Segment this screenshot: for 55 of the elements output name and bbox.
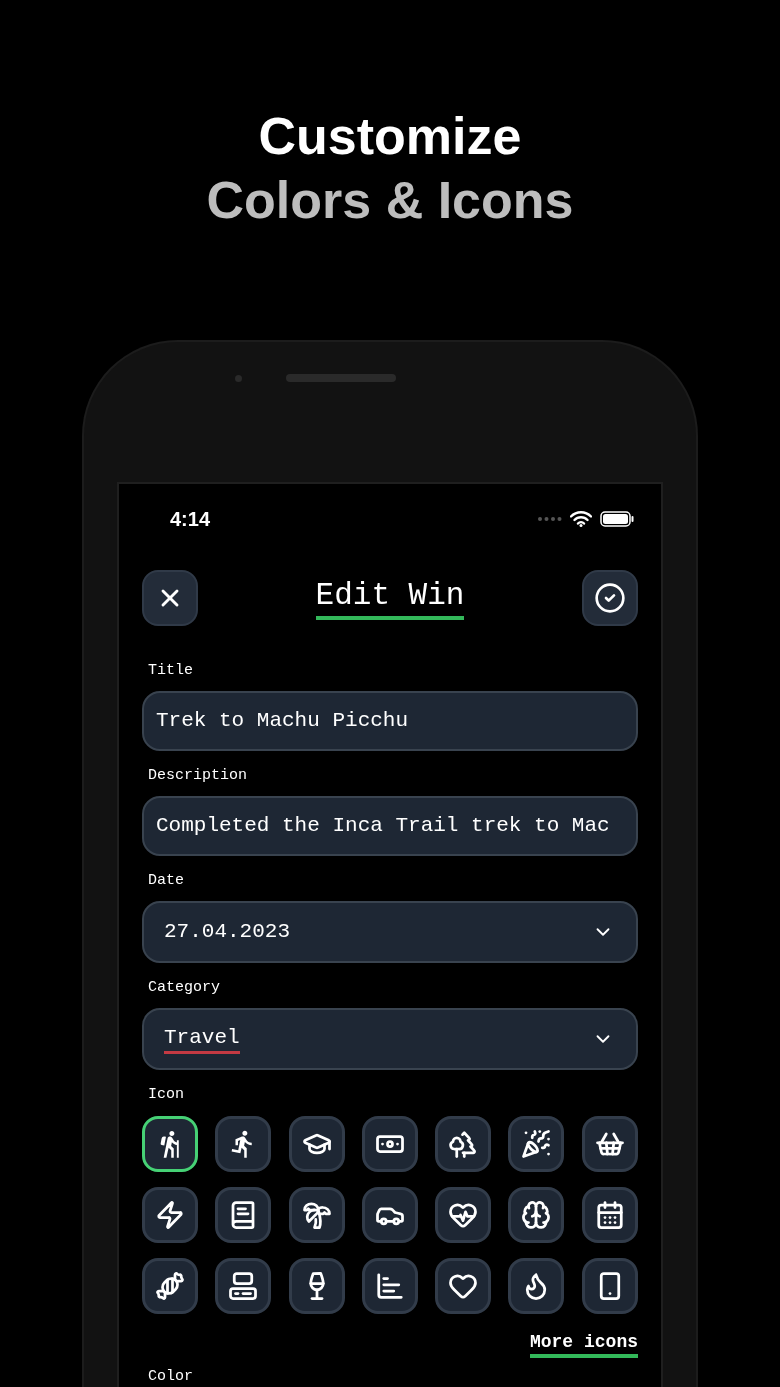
field-label: Category xyxy=(147,978,221,998)
icon-option[interactable] xyxy=(142,1116,198,1172)
icon-option[interactable] xyxy=(142,1187,198,1243)
icon-option[interactable] xyxy=(581,1116,638,1172)
icon-option[interactable] xyxy=(142,1258,198,1314)
field-value: 27.04.2023 xyxy=(164,919,291,945)
save-button[interactable] xyxy=(582,570,638,626)
icon-option[interactable] xyxy=(215,1258,272,1314)
icon-option[interactable] xyxy=(435,1258,492,1314)
dropdown-field[interactable]: 27.04.2023 xyxy=(142,901,638,963)
icon-option[interactable] xyxy=(215,1116,272,1172)
field-value: Completed the Inca Trail trek to Mac xyxy=(156,813,610,840)
headline: Customize xyxy=(258,106,522,167)
icon-option[interactable] xyxy=(361,1187,418,1243)
wifi-icon xyxy=(570,511,592,527)
party-popper-icon xyxy=(521,1129,552,1159)
field-value: Travel xyxy=(164,1024,240,1054)
field-label: Date xyxy=(147,871,185,891)
icon-option[interactable] xyxy=(288,1187,345,1243)
icon-option[interactable] xyxy=(288,1258,345,1314)
calendar-icon xyxy=(594,1200,625,1230)
icon-option[interactable] xyxy=(215,1187,272,1243)
field-label: Icon xyxy=(147,1085,185,1105)
icon-option[interactable] xyxy=(435,1116,492,1172)
icon-option[interactable] xyxy=(581,1258,638,1314)
icon-option[interactable] xyxy=(508,1116,565,1172)
icon-option[interactable] xyxy=(435,1187,492,1243)
trees-icon xyxy=(448,1129,479,1159)
signal-icon xyxy=(538,517,562,521)
icon-option[interactable] xyxy=(508,1258,565,1314)
icon-option[interactable] xyxy=(361,1258,418,1314)
dropdown-field[interactable]: Travel xyxy=(142,1008,638,1070)
lightning-icon xyxy=(155,1200,185,1230)
icon-option[interactable] xyxy=(361,1116,418,1172)
input-field[interactable]: Completed the Inca Trail trek to Mac xyxy=(142,796,638,856)
icon-option[interactable] xyxy=(581,1187,638,1243)
field-label: Color xyxy=(147,1368,194,1386)
subheadline: Colors & Icons xyxy=(206,170,574,231)
field-label: Title xyxy=(147,661,194,681)
bar-chart-icon xyxy=(374,1271,405,1301)
field-label: Description xyxy=(147,766,249,786)
status-time: 4:14 xyxy=(170,507,211,532)
input-field[interactable]: Trek to Machu Picchu xyxy=(142,691,638,751)
check-circle-icon xyxy=(594,582,626,614)
more-icons-link[interactable]: More icons xyxy=(529,1330,638,1358)
computer-icon xyxy=(228,1271,259,1301)
screen-title: Edit Win xyxy=(315,576,465,620)
palm-tree-icon xyxy=(301,1200,332,1230)
icon-option[interactable] xyxy=(288,1116,345,1172)
battery-icon xyxy=(600,511,634,527)
close-button[interactable] xyxy=(142,570,198,626)
candy-icon xyxy=(155,1271,185,1301)
brain-icon xyxy=(521,1200,552,1230)
icon-option[interactable] xyxy=(508,1187,565,1243)
field-value: Trek to Machu Picchu xyxy=(156,708,409,735)
